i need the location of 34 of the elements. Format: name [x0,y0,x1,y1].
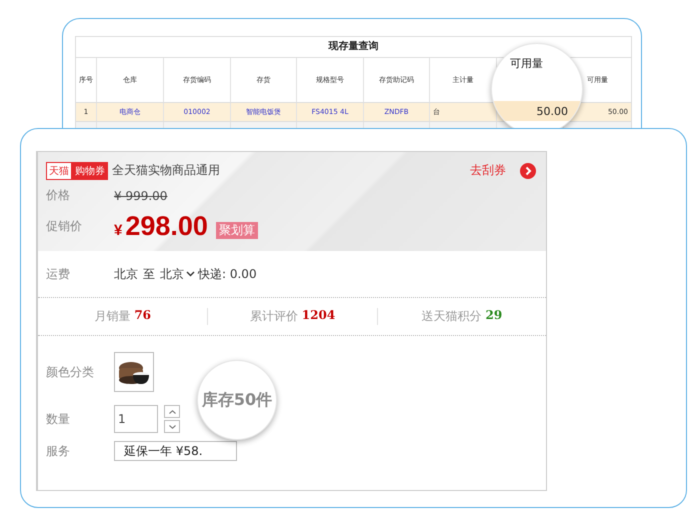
shipping-fee: 快递: 0.00 [198,266,257,282]
service-label: 服务 [46,442,71,460]
rice-cooker-thumbnail[interactable] [114,352,154,392]
caret-up-icon [168,410,176,414]
stat-value: 29 [485,308,502,324]
quantity-label: 数量 [46,410,71,428]
stat-label: 月销量 [94,308,130,325]
shipping-label: 运费 [46,266,71,282]
stat-label: 累计评价 [250,308,298,325]
stock-count: 库存50件 [202,390,272,410]
brand-tag: 天猫 [46,162,72,180]
price-label: 价格 [46,187,71,204]
stat-value: 1204 [302,308,336,324]
ship-from: 北京 [114,266,138,282]
caret-down-icon [168,424,176,428]
chevron-down-icon [186,271,195,277]
color-label: 颜色分类 [46,364,95,380]
stat-value: 76 [134,308,152,324]
magnified-header: 可用量 [510,56,543,71]
stat-label: 送天猫积分 [421,308,482,325]
quantity-field[interactable]: 1 [114,405,158,433]
coupon-tag: 购物券 [72,162,108,180]
arrow-right-icon[interactable] [520,162,536,178]
increment-button[interactable] [164,405,180,418]
scratch-coupon-link[interactable]: 去刮券 [470,162,506,179]
service-select[interactable]: 延保一年 ¥58. [114,441,237,461]
destination-dropdown[interactable]: 北京 [160,266,195,282]
juhuasuan-badge: 聚划算 [216,222,258,239]
ship-to-word: 至 [143,266,155,282]
decrement-button[interactable] [164,420,180,433]
coupon-text: 全天猫实物商品通用 [112,162,220,179]
promo-price: ¥298.00 [114,211,208,242]
original-price: ¥ 999.00 [114,188,168,202]
promo-price-label: 促销价 [46,218,83,235]
